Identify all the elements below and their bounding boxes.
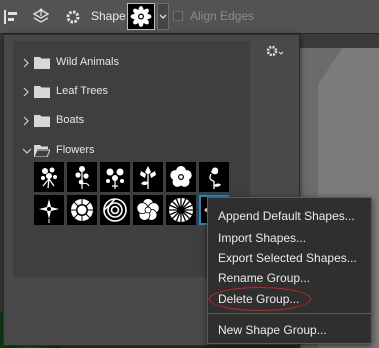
folder-open-icon <box>34 145 50 157</box>
group-wild-animals[interactable]: Wild Animals <box>13 49 250 77</box>
path-arrangement-icon[interactable] <box>32 8 50 26</box>
folder-icon <box>34 86 50 98</box>
align-tool-icon[interactable] <box>3 8 21 26</box>
chevron-down-icon <box>159 14 167 19</box>
flower-shape-thumb[interactable] <box>100 195 130 225</box>
gear-icon[interactable] <box>64 8 82 26</box>
flower-shape-thumb[interactable] <box>133 162 163 192</box>
align-edges-checkbox[interactable] <box>173 11 183 21</box>
highlight-annotation-ellipse <box>209 287 311 311</box>
folder-icon <box>34 57 50 69</box>
flower-shape-thumb[interactable] <box>133 195 163 225</box>
group-leaf-trees[interactable]: Leaf Trees <box>13 78 250 106</box>
flower-shape-thumb[interactable] <box>100 162 130 192</box>
shape-picker-swatch[interactable] <box>127 3 155 30</box>
ruler <box>300 34 379 48</box>
chevron-right-icon[interactable] <box>22 58 30 68</box>
group-label: Wild Animals <box>56 56 119 68</box>
panel-settings-gear-icon[interactable] <box>265 44 285 58</box>
menu-separator <box>208 313 371 314</box>
flower-shape-thumb[interactable] <box>34 162 64 192</box>
group-flowers[interactable]: Flowers <box>13 137 250 165</box>
shape-picker-dropdown[interactable] <box>157 3 169 30</box>
menu-item-append-default-shapes[interactable]: Append Default Shapes... <box>218 209 355 223</box>
flower-10-icon <box>136 198 160 221</box>
flower-5-icon <box>170 166 192 187</box>
chevron-right-icon[interactable] <box>22 87 30 97</box>
chevron-down-icon[interactable] <box>22 147 32 155</box>
menu-item-import-shapes[interactable]: Import Shapes... <box>218 231 306 245</box>
flower-6-icon <box>209 167 221 189</box>
options-bar: Shape: Align Edges <box>0 0 379 34</box>
group-boats[interactable]: Boats <box>13 107 250 135</box>
flower-8-icon <box>71 199 93 221</box>
menu-item-new-shape-group[interactable]: New Shape Group... <box>218 323 327 337</box>
context-menu: Append Default Shapes... Import Shapes..… <box>207 197 372 344</box>
chevron-right-icon[interactable] <box>22 116 30 126</box>
flower-shape-thumb[interactable] <box>34 195 64 225</box>
flower-3-icon <box>106 168 124 189</box>
shape-label: Shape: <box>91 9 130 23</box>
flower-4-icon <box>140 166 156 189</box>
group-label: Boats <box>56 114 85 126</box>
folder-icon <box>34 115 50 127</box>
menu-item-rename-group[interactable]: Rename Group... <box>218 271 310 285</box>
flower-shape-thumb[interactable] <box>166 195 196 225</box>
flower-11-icon <box>169 198 193 222</box>
flower-shape-thumb[interactable] <box>166 162 196 192</box>
group-label: Flowers <box>56 144 95 156</box>
flower-shape-thumb[interactable] <box>67 195 97 225</box>
flower-1-icon <box>41 167 57 189</box>
flower-9-icon <box>103 198 127 222</box>
align-edges-label: Align Edges <box>190 9 255 23</box>
flower-2-icon <box>75 166 90 189</box>
flower-7-icon <box>39 199 59 223</box>
menu-item-export-selected-shapes[interactable]: Export Selected Shapes... <box>218 251 357 265</box>
flower-shape-thumb[interactable] <box>199 162 229 192</box>
flower-shape-thumb[interactable] <box>67 162 97 192</box>
group-label: Leaf Trees <box>56 85 108 97</box>
flower-icon <box>130 6 152 27</box>
